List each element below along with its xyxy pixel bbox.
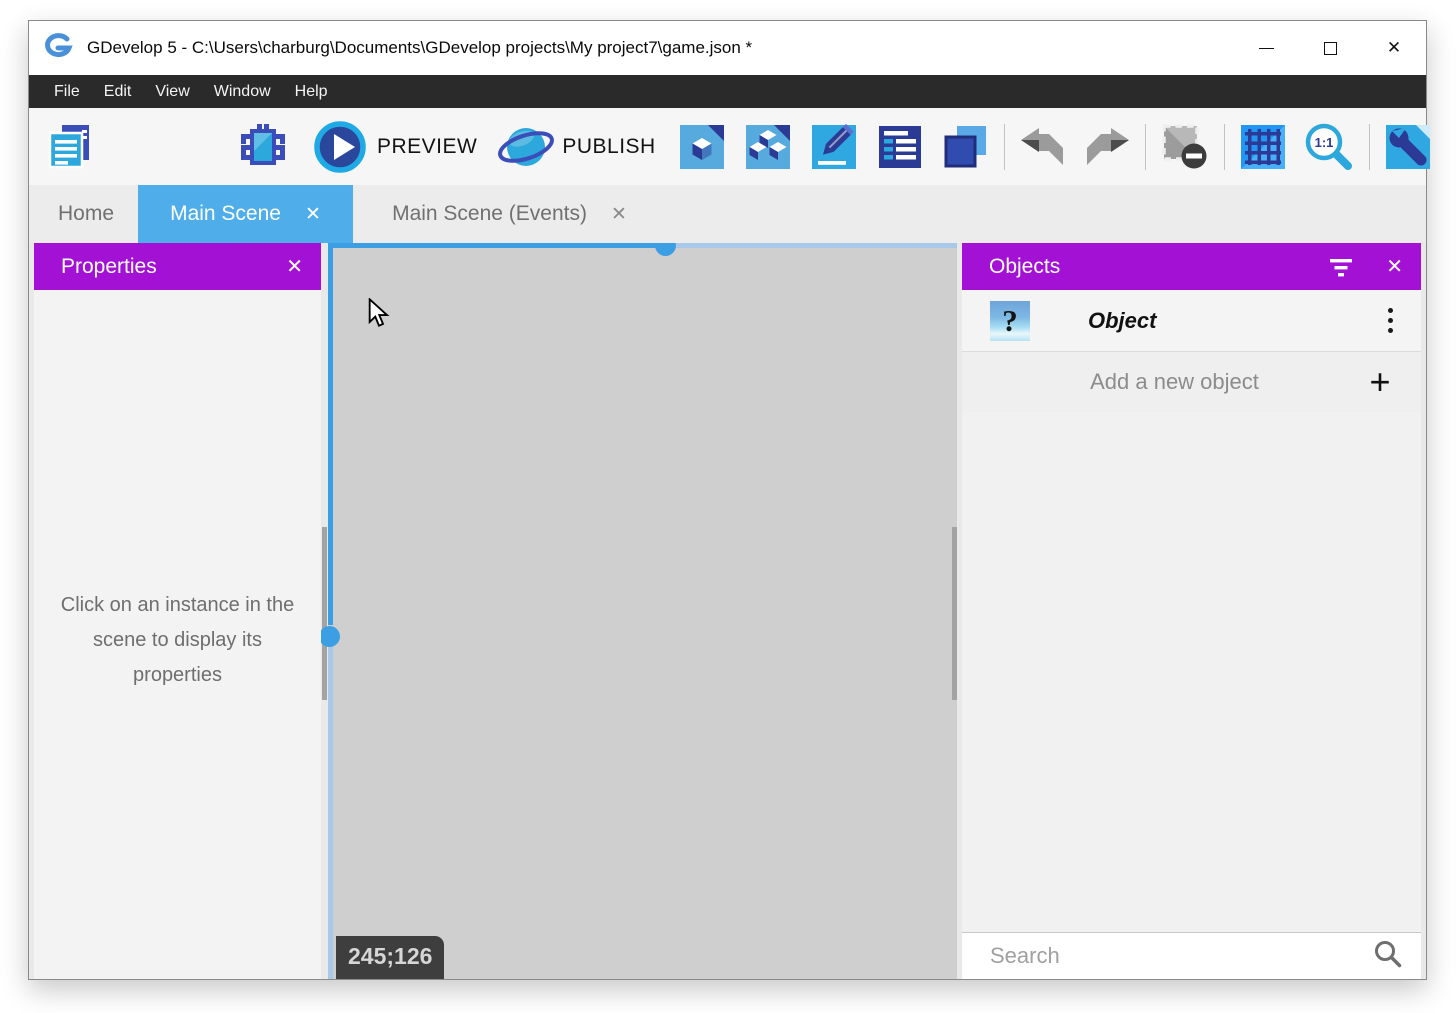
settings-wrench-icon (1384, 123, 1432, 171)
scene-settings-button[interactable] (1384, 123, 1432, 171)
horizontal-scroll-track-empty (675, 243, 957, 248)
close-window-button[interactable]: ✕ (1362, 21, 1426, 75)
preview-label: PREVIEW (377, 135, 477, 159)
undo-button[interactable] (1019, 127, 1065, 167)
properties-panel-body: Click on an instance in the scene to dis… (34, 290, 321, 979)
properties-empty-message: Click on an instance in the scene to dis… (50, 588, 306, 979)
preview-play-icon (313, 120, 367, 174)
vertical-scroll-track-empty (328, 647, 333, 979)
close-tab-icon[interactable]: ✕ (305, 203, 321, 226)
tab-main-scene[interactable]: Main Scene ✕ (138, 185, 353, 243)
scene-file-cube-icon (678, 123, 726, 171)
object-question-icon: ? (990, 301, 1030, 341)
filter-icon (1328, 257, 1354, 277)
tab-label: Main Scene (170, 202, 281, 226)
scene-canvas[interactable]: 245;126 (321, 243, 957, 979)
app-window: GDevelop 5 - C:\Users\charburg\Documents… (28, 20, 1427, 980)
objects-panel-header: Objects ✕ (962, 243, 1421, 290)
properties-panel-header: Properties ✕ (34, 243, 321, 290)
close-properties-icon[interactable]: ✕ (286, 254, 303, 279)
tab-home[interactable]: Home (34, 185, 138, 243)
zoom-original-button[interactable]: 1:1 (1303, 121, 1355, 173)
maximize-icon (1324, 42, 1337, 55)
close-icon: ✕ (1387, 38, 1401, 58)
add-object-row[interactable]: Add a new object + (962, 352, 1421, 412)
preview-button[interactable]: PREVIEW (313, 120, 477, 174)
menu-file[interactable]: File (42, 75, 92, 108)
plus-icon[interactable]: + (1359, 364, 1401, 400)
debug-button[interactable] (237, 121, 289, 173)
window-controls: ✕ (1234, 21, 1426, 75)
vertical-scroll-handle[interactable] (321, 626, 340, 647)
tab-label: Home (58, 202, 114, 226)
redo-icon (1085, 127, 1131, 167)
edit-objects-button[interactable] (744, 123, 792, 171)
close-tab-icon[interactable]: ✕ (611, 203, 627, 226)
object-name: Object (1088, 308, 1156, 334)
objects-cubes-icon (744, 123, 792, 171)
events-sheet-icon (876, 123, 924, 171)
deactivate-mask-icon (1160, 122, 1210, 172)
project-manager-button[interactable] (45, 122, 95, 172)
close-objects-icon[interactable]: ✕ (1386, 254, 1403, 279)
publish-button[interactable]: PUBLISH (497, 120, 655, 174)
vertical-scrollbar-left[interactable] (322, 527, 327, 700)
toolbar-separator (1369, 124, 1370, 170)
title-bar: GDevelop 5 - C:\Users\charburg\Documents… (29, 21, 1426, 75)
mouse-cursor-icon (367, 298, 391, 335)
menu-help[interactable]: Help (283, 75, 340, 108)
add-object-label: Add a new object (990, 369, 1359, 395)
menu-edit[interactable]: Edit (92, 75, 144, 108)
cursor-coordinates-badge: 245;126 (336, 936, 444, 979)
toolbar-separator (1145, 124, 1146, 170)
grid-button[interactable] (1239, 123, 1287, 171)
horizontal-scroll-handle[interactable] (655, 243, 676, 256)
edit-pencil-icon (810, 123, 858, 171)
toolbar-separator (1224, 124, 1225, 170)
search-input[interactable] (990, 943, 1373, 969)
objects-list-empty-area (962, 412, 1421, 932)
properties-panel: Properties ✕ Click on an instance in the… (34, 243, 321, 979)
gdevelop-logo-icon (42, 32, 74, 65)
toolbar: PREVIEW PUBLISH (29, 108, 1426, 185)
horizontal-scroll-track-filled (328, 243, 657, 248)
open-layers-button[interactable] (942, 123, 990, 171)
layers-icon (942, 123, 990, 171)
undo-icon (1019, 127, 1065, 167)
tab-bar: Home Main Scene ✕ Main Scene (Events) ✕ (29, 185, 1426, 243)
zoom-1-1-icon: 1:1 (1303, 121, 1355, 173)
object-menu-button[interactable] (1384, 304, 1397, 337)
project-manager-icon (45, 122, 95, 172)
svg-text:1:1: 1:1 (1314, 135, 1333, 150)
objects-panel-title: Objects (989, 255, 1060, 279)
debug-icon (237, 121, 289, 173)
window-title: GDevelop 5 - C:\Users\charburg\Documents… (87, 38, 752, 58)
menu-bar: File Edit View Window Help (29, 75, 1426, 108)
redo-button[interactable] (1085, 127, 1131, 167)
properties-panel-title: Properties (61, 255, 157, 279)
vertical-scrollbar-right[interactable] (952, 527, 957, 700)
objects-panel: Objects ✕ ? Object Add a new object + (962, 243, 1421, 979)
publish-label: PUBLISH (562, 135, 655, 159)
objects-search-bar (962, 932, 1421, 979)
tab-main-scene-events[interactable]: Main Scene (Events) ✕ (353, 185, 666, 243)
menu-window[interactable]: Window (202, 75, 283, 108)
maximize-button[interactable] (1298, 21, 1362, 75)
edit-events-button[interactable] (876, 123, 924, 171)
filter-objects-button[interactable] (1328, 257, 1354, 277)
grid-icon (1239, 123, 1287, 171)
main-area: Properties ✕ Click on an instance in the… (29, 243, 1426, 979)
vertical-scroll-track-filled (328, 243, 333, 625)
object-list-item[interactable]: ? Object (962, 290, 1421, 352)
menu-view[interactable]: View (143, 75, 201, 108)
toolbar-separator (1004, 124, 1005, 170)
tab-label: Main Scene (Events) (392, 202, 587, 226)
deactivate-mask-button[interactable] (1160, 122, 1210, 172)
publish-globe-icon (497, 120, 555, 174)
minimize-icon (1259, 48, 1274, 49)
open-scene-button[interactable] (678, 123, 726, 171)
search-icon[interactable] (1373, 939, 1403, 974)
edit-scene-properties-button[interactable] (810, 123, 858, 171)
minimize-button[interactable] (1234, 21, 1298, 75)
